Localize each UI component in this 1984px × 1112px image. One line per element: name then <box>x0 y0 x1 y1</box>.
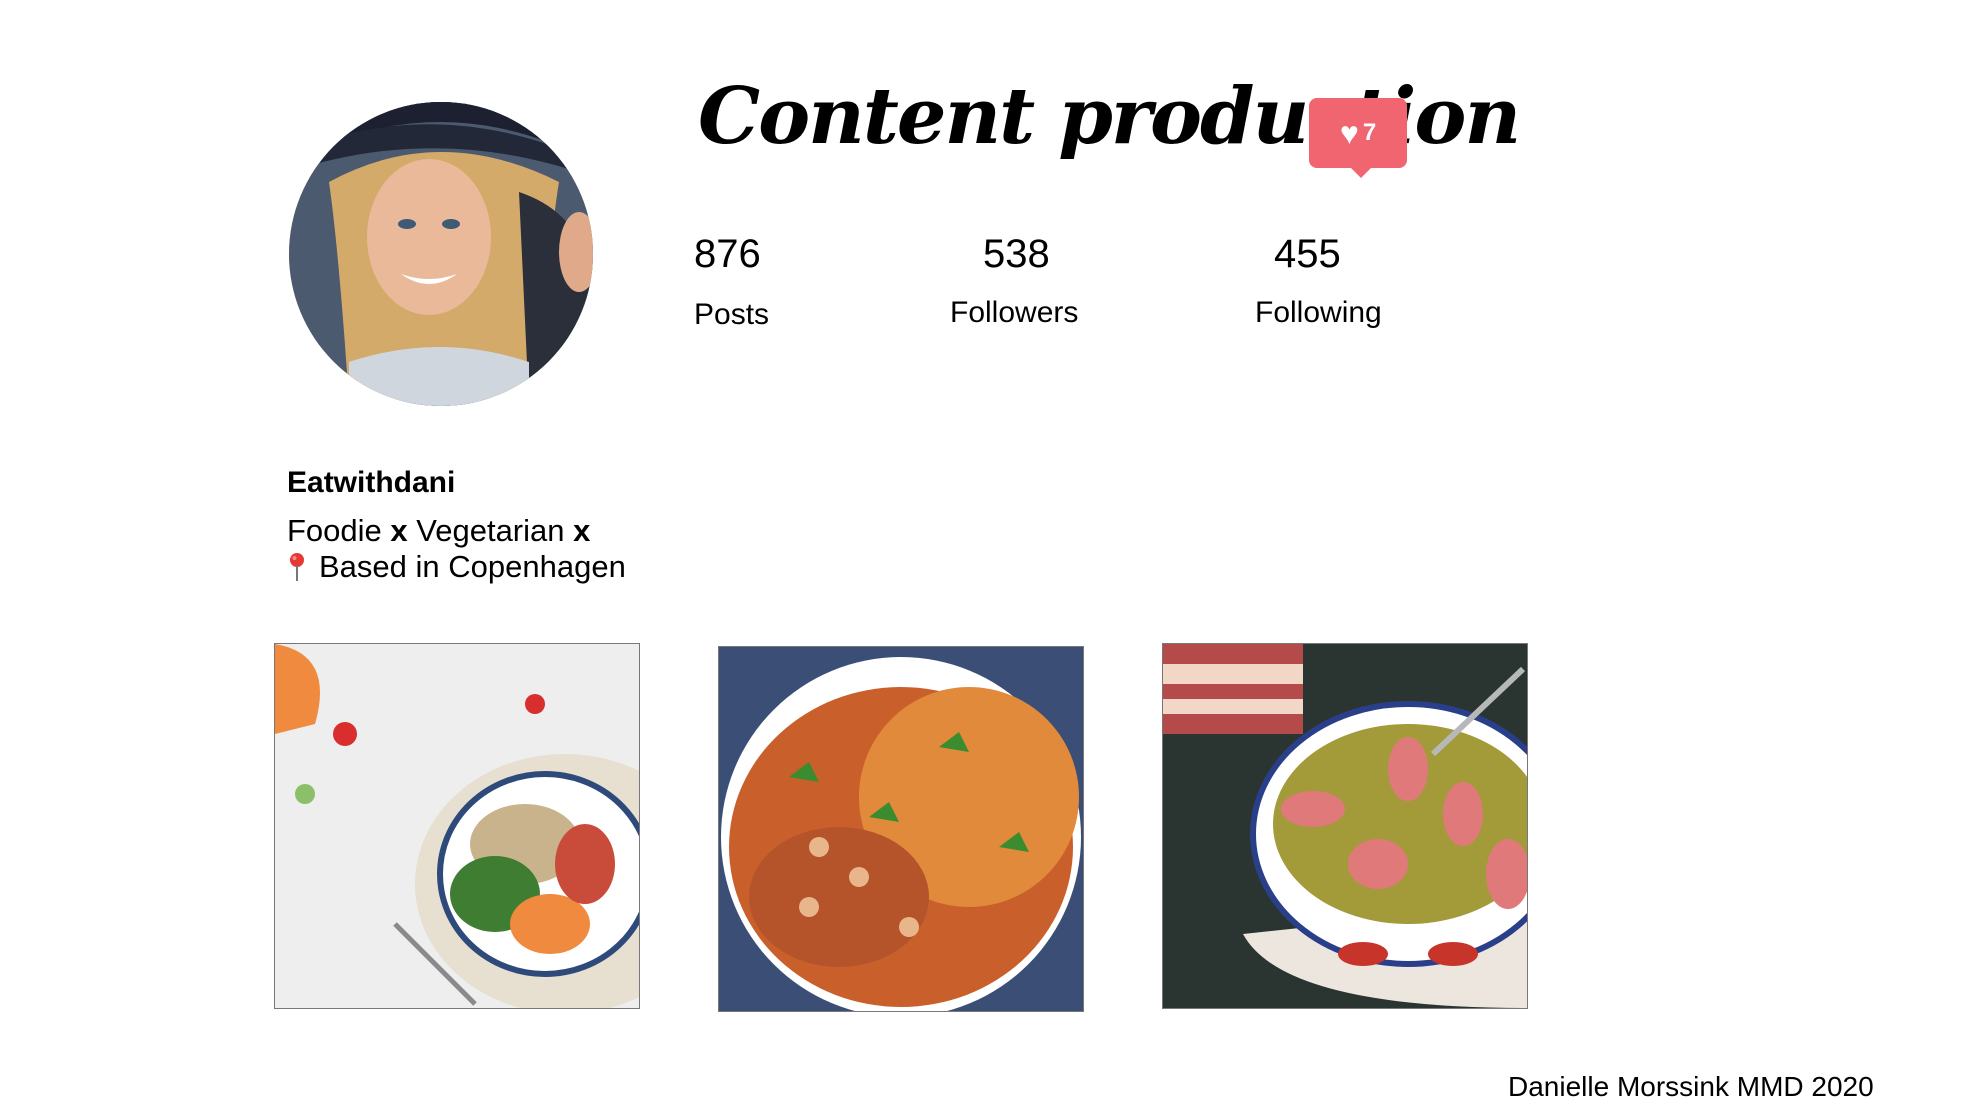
post-thumbnail-pea-soup[interactable] <box>1162 643 1528 1009</box>
bio-line-1: Foodie x Vegetarian x <box>287 513 590 549</box>
post-thumbnail-bean-stew[interactable] <box>718 646 1084 1012</box>
following-count: 455 <box>1274 232 1341 276</box>
post-thumbnail-salad-bowl[interactable] <box>274 643 640 1009</box>
profile-avatar[interactable] <box>289 102 593 406</box>
posts-label[interactable]: Posts <box>694 300 769 330</box>
likes-badge[interactable]: ♥ 7 <box>1309 98 1407 178</box>
bio-text-foodie: Foodie <box>287 513 391 548</box>
followers-label[interactable]: Followers <box>950 298 1078 328</box>
username[interactable]: Eatwithdani <box>287 466 455 500</box>
footer-credit: Danielle Morssink MMD 2020 <box>1508 1071 1874 1102</box>
location-pin-icon <box>287 552 307 582</box>
bio-separator: x <box>390 513 408 548</box>
bio-location: Based in Copenhagen <box>319 549 626 584</box>
following-label[interactable]: Following <box>1255 298 1382 328</box>
bio-line-2: Based in Copenhagen <box>287 549 626 585</box>
bio-separator: x <box>573 513 591 548</box>
followers-count: 538 <box>983 232 1050 276</box>
heart-icon: ♥ <box>1339 115 1359 151</box>
likes-count: 7 <box>1362 119 1377 146</box>
posts-count: 876 <box>694 232 761 276</box>
bio-text-vegetarian: Vegetarian <box>407 513 574 548</box>
